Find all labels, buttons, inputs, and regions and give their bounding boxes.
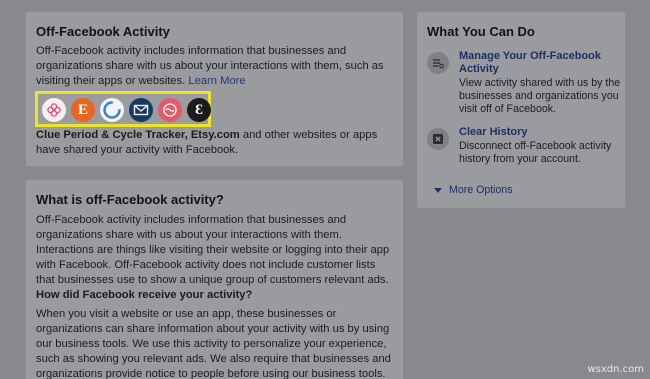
what-is-paragraph: Off-Facebook activity includes informati… (36, 214, 390, 286)
receive-subheading: How did Facebook receive your activity? (36, 289, 253, 301)
card-title: Off-Facebook Activity (36, 24, 170, 39)
app-icons-strip[interactable]: E Ɛ (35, 91, 211, 127)
what-is-card: What is off-Facebook activity? Off-Faceb… (25, 179, 404, 379)
pink-app-icon[interactable] (158, 98, 182, 122)
side-card-title: What You Can Do (427, 24, 535, 39)
apps-shared-names[interactable]: Clue Period & Cycle Tracker, Etsy.com (36, 129, 240, 141)
learn-more-link[interactable]: Learn More (188, 75, 245, 87)
e-app-icon[interactable]: Ɛ (187, 98, 211, 122)
clear-history-description: Disconnect off-Facebook activity history… (459, 140, 612, 165)
more-options-label: More Options (449, 184, 513, 196)
apps-shared-text: Clue Period & Cycle Tracker, Etsy.com an… (36, 128, 396, 158)
more-options-button[interactable]: More Options (434, 184, 513, 196)
watermark: wsxdn.com (587, 364, 644, 375)
card-description: Off-Facebook activity includes informati… (36, 44, 391, 89)
what-you-can-do-card: What You Can Do Manage Your Off-Facebook… (416, 11, 626, 209)
ring-app-icon[interactable] (100, 98, 124, 122)
etsy-app-icon[interactable]: E (71, 98, 95, 122)
blue-ring-icon (103, 101, 121, 119)
off-facebook-activity-card: Off-Facebook Activity Off-Facebook activ… (25, 11, 404, 167)
clue-app-icon[interactable] (42, 98, 66, 122)
manage-list-icon (427, 52, 449, 74)
clue-flower-icon (47, 103, 61, 117)
what-is-title: What is off-Facebook activity? (36, 192, 224, 207)
mail-app-icon[interactable] (129, 98, 153, 122)
clear-x-icon (427, 128, 449, 150)
receive-paragraph: When you visit a website or use an app, … (36, 308, 391, 379)
manage-activity-description: View activity shared with us by the busi… (459, 77, 621, 115)
pink-swirl-icon (163, 103, 177, 117)
clear-history-link[interactable]: Clear History (459, 126, 624, 139)
caret-down-icon (434, 187, 442, 193)
manage-activity-link[interactable]: Manage Your Off-Facebook Activity (459, 50, 624, 76)
envelope-icon (133, 104, 149, 116)
